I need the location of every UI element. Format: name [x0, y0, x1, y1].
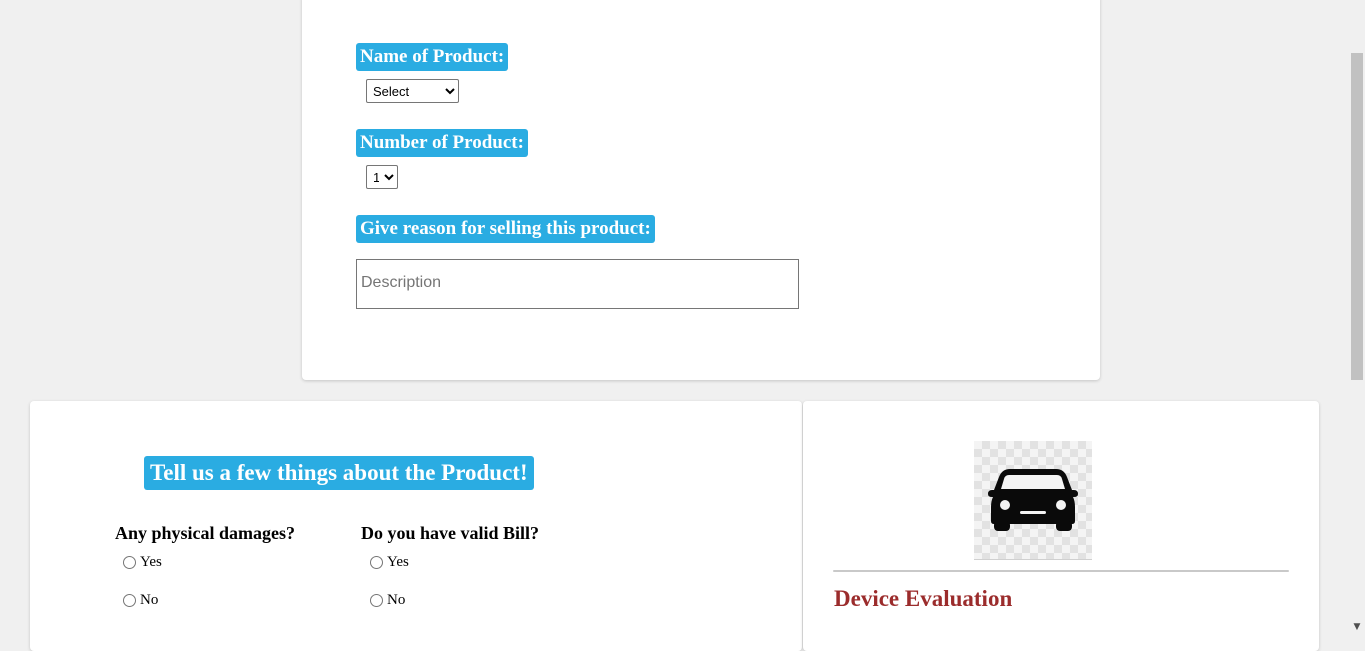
bill-no-option[interactable]: No [370, 592, 405, 609]
bill-yes-option[interactable]: Yes [370, 554, 409, 571]
product-info-card: Tell us a few things about the Product! … [30, 401, 802, 651]
product-number-select[interactable]: 1 [366, 165, 398, 189]
bill-no-label: No [387, 592, 406, 608]
description-textarea[interactable] [356, 259, 799, 309]
product-info-heading: Tell us a few things about the Product! [144, 456, 534, 490]
product-number-label: Number of Product: [356, 129, 528, 157]
evaluation-divider [833, 570, 1289, 572]
bill-question: Do you have valid Bill? [361, 523, 540, 543]
device-evaluation-title: Device Evaluation [834, 586, 1013, 611]
damage-yes-radio[interactable] [123, 556, 136, 569]
product-name-select[interactable]: Select [366, 79, 459, 103]
car-icon [988, 469, 1078, 531]
reason-label: Give reason for selling this product: [356, 215, 655, 243]
page-scrollbar[interactable]: ▼ [1349, 0, 1365, 635]
bill-yes-label: Yes [387, 554, 409, 570]
scroll-down-arrow-icon[interactable]: ▼ [1349, 619, 1365, 635]
damage-yes-label: Yes [140, 554, 162, 570]
damage-no-label: No [140, 592, 159, 608]
damage-no-radio[interactable] [123, 594, 136, 607]
damage-question: Any physical damages? [115, 523, 296, 543]
bill-yes-radio[interactable] [370, 556, 383, 569]
product-name-label: Name of Product: [356, 43, 509, 71]
scrollbar-thumb[interactable] [1351, 53, 1363, 380]
car-image [974, 441, 1092, 560]
device-evaluation-card: Device Evaluation [803, 401, 1319, 651]
damage-yes-option[interactable]: Yes [123, 554, 162, 571]
damage-no-option[interactable]: No [123, 592, 158, 609]
bill-no-radio[interactable] [370, 594, 383, 607]
product-form-card: Name of Product: Select Number of Produc… [302, 0, 1100, 380]
